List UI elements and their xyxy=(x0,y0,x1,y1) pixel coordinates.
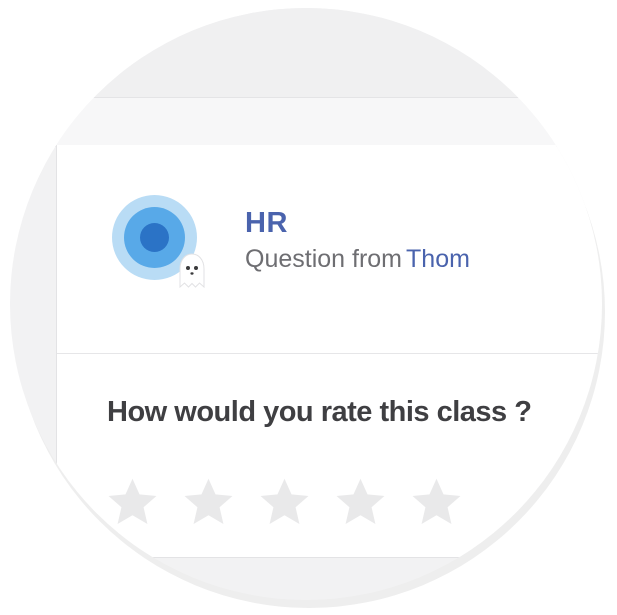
top-bar xyxy=(10,97,602,147)
avatar[interactable] xyxy=(112,195,205,290)
card-title: HR xyxy=(245,207,288,239)
question-card: HR Question from Thom How would you rate … xyxy=(56,145,602,558)
subtitle-prefix: Question from xyxy=(245,245,403,273)
background-strip xyxy=(10,8,602,97)
star-rating xyxy=(105,477,464,529)
circular-frame: HR Question from Thom How would you rate … xyxy=(10,8,602,600)
star-5-icon[interactable] xyxy=(409,477,464,529)
star-1-icon[interactable] xyxy=(105,477,160,529)
card-subtitle: Question from Thom xyxy=(245,245,470,274)
stage: HR Question from Thom How would you rate … xyxy=(0,0,617,615)
author-link[interactable]: Thom xyxy=(406,245,470,273)
star-3-icon[interactable] xyxy=(257,477,312,529)
divider xyxy=(57,353,602,354)
avatar-inner-dot xyxy=(140,223,169,252)
star-4-icon[interactable] xyxy=(333,477,388,529)
star-2-icon[interactable] xyxy=(181,477,236,529)
rating-question: How would you rate this class ? xyxy=(107,396,532,428)
ghost-icon xyxy=(177,251,207,291)
